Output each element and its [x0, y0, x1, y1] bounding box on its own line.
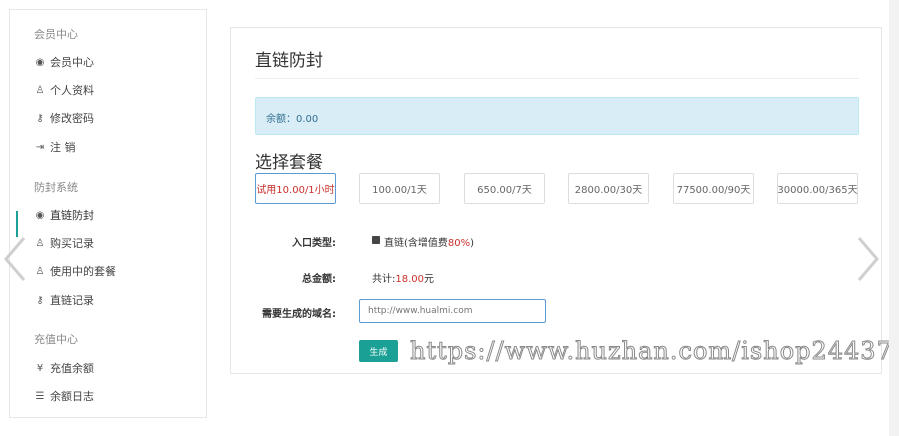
entry-type-percent: 80% — [447, 238, 471, 249]
sidebar-item-member-center[interactable]: ◉ 会员中心 — [34, 54, 94, 70]
sidebar-item-label: 余额日志 — [50, 390, 94, 403]
user-icon: ♙ — [35, 237, 45, 249]
sidebar-item-label: 直链记录 — [50, 294, 94, 307]
user-circle-icon: ◉ — [35, 209, 45, 221]
domain-label: 需要生成的域名: — [262, 309, 336, 320]
prev-arrow-icon[interactable] — [2, 234, 28, 284]
plan-option-30-days[interactable]: 2800.00/30天 — [568, 173, 649, 204]
sign-out-icon: ⇥ — [35, 141, 45, 153]
total-amount-label: 总金额: — [302, 274, 336, 285]
total-currency: 元 — [424, 274, 435, 285]
domain-input[interactable] — [359, 299, 546, 323]
sidebar: 会员中心 ◉ 会员中心 ♙ 个人资料 ⚷ 修改密码 ⇥ 注 销 防封系统 ◉ 直… — [9, 9, 207, 418]
scrollbar-track[interactable] — [889, 0, 899, 436]
balance-alert: 余额：0.00 — [255, 97, 859, 135]
plan-options: 试用10.00/1小时 100.00/1天 650.00/7天 2800.00/… — [255, 173, 865, 205]
key-icon: ⚷ — [36, 294, 44, 306]
title-divider — [255, 78, 859, 79]
entry-type-option-text: 直链(含增值费 — [384, 238, 448, 249]
list-icon: ☰ — [35, 390, 45, 402]
entry-type-option-close: ) — [470, 238, 475, 249]
choose-plan-title: 选择套餐 — [255, 153, 323, 173]
sidebar-item-label: 使用中的套餐 — [50, 265, 116, 278]
total-amount: 18.00 — [395, 274, 425, 285]
sidebar-item-change-password[interactable]: ⚷ 修改密码 — [34, 110, 94, 126]
generate-button[interactable]: 生成 — [359, 340, 398, 362]
user-circle-icon: ◉ — [35, 56, 45, 68]
sidebar-item-active-plans[interactable]: ♙ 使用中的套餐 — [34, 263, 116, 279]
total-amount-value: 共计:18.00元 — [372, 270, 434, 285]
key-icon: ⚷ — [36, 112, 44, 124]
main-panel: 直链防封 余额：0.00 选择套餐 试用10.00/1小时 100.00/1天 … — [230, 27, 882, 374]
plan-option-7-days[interactable]: 650.00/7天 — [464, 173, 545, 204]
sidebar-item-recharge[interactable]: ¥ 充值余额 — [34, 360, 94, 376]
plan-option-365-days[interactable]: 30000.00/365天 — [777, 173, 858, 204]
entry-type-option: 直链(含增值费80%) — [384, 234, 474, 249]
sidebar-item-link-records[interactable]: ⚷ 直链记录 — [34, 292, 94, 308]
page-title: 直链防封 — [255, 51, 323, 71]
entry-type-checkbox[interactable] — [372, 236, 380, 244]
sidebar-group-title-recharge: 充值中心 — [34, 333, 78, 346]
yen-icon: ¥ — [36, 362, 44, 374]
user-icon: ♙ — [35, 84, 45, 96]
sidebar-item-profile[interactable]: ♙ 个人资料 — [34, 82, 94, 98]
sidebar-item-label: 会员中心 — [50, 56, 94, 69]
plan-option-trial[interactable]: 试用10.00/1小时 — [255, 173, 336, 204]
entry-type-label: 入口类型: — [292, 238, 336, 249]
sidebar-item-logout[interactable]: ⇥ 注 销 — [34, 139, 76, 155]
total-prefix: 共计: — [372, 274, 396, 285]
sidebar-item-label: 充值余额 — [50, 362, 94, 375]
plan-option-90-days[interactable]: 77500.00/90天 — [673, 173, 754, 204]
watermark-text: https://www.huzhan.com/ishop24437 — [410, 337, 893, 366]
next-arrow-icon[interactable] — [855, 234, 881, 284]
sidebar-group-title-protection: 防封系统 — [34, 181, 78, 194]
sidebar-item-label: 修改密码 — [50, 112, 94, 125]
user-icon: ♙ — [35, 265, 45, 277]
sidebar-group-title-member: 会员中心 — [34, 28, 78, 41]
sidebar-item-balance-log[interactable]: ☰ 余额日志 — [34, 388, 94, 404]
sidebar-item-direct-link[interactable]: ◉ 直链防封 — [34, 207, 94, 223]
sidebar-item-label: 个人资料 — [50, 84, 94, 97]
plan-option-1-day[interactable]: 100.00/1天 — [359, 173, 440, 204]
sidebar-item-label: 购买记录 — [50, 237, 94, 250]
sidebar-item-label: 直链防封 — [50, 209, 94, 222]
sidebar-item-purchase-records[interactable]: ♙ 购买记录 — [34, 235, 94, 251]
sidebar-item-label: 注 销 — [50, 141, 76, 154]
